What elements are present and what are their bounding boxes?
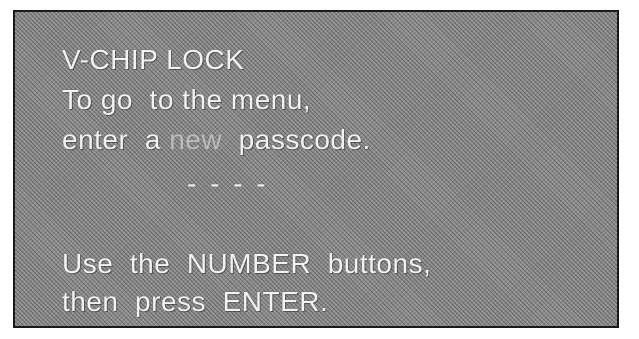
prompt-line-1: To go to the menu, xyxy=(62,84,312,115)
vchip-lock-screen: V-CHIP LOCK To go to the menu, enter a n… xyxy=(13,10,619,328)
hint-line-2: then press ENTER. xyxy=(62,286,329,317)
screen-title: V-CHIP LOCK xyxy=(62,44,245,75)
new-word-highlight: new xyxy=(169,124,223,155)
passcode-input[interactable]: - - - - xyxy=(187,170,269,198)
prompt-line-2-end: passcode. xyxy=(222,124,371,155)
prompt-line-2-start: enter a xyxy=(62,124,170,155)
prompt-line-2: enter a new passcode. xyxy=(62,126,371,154)
hint-line-1: Use the NUMBER buttons, xyxy=(62,248,432,279)
